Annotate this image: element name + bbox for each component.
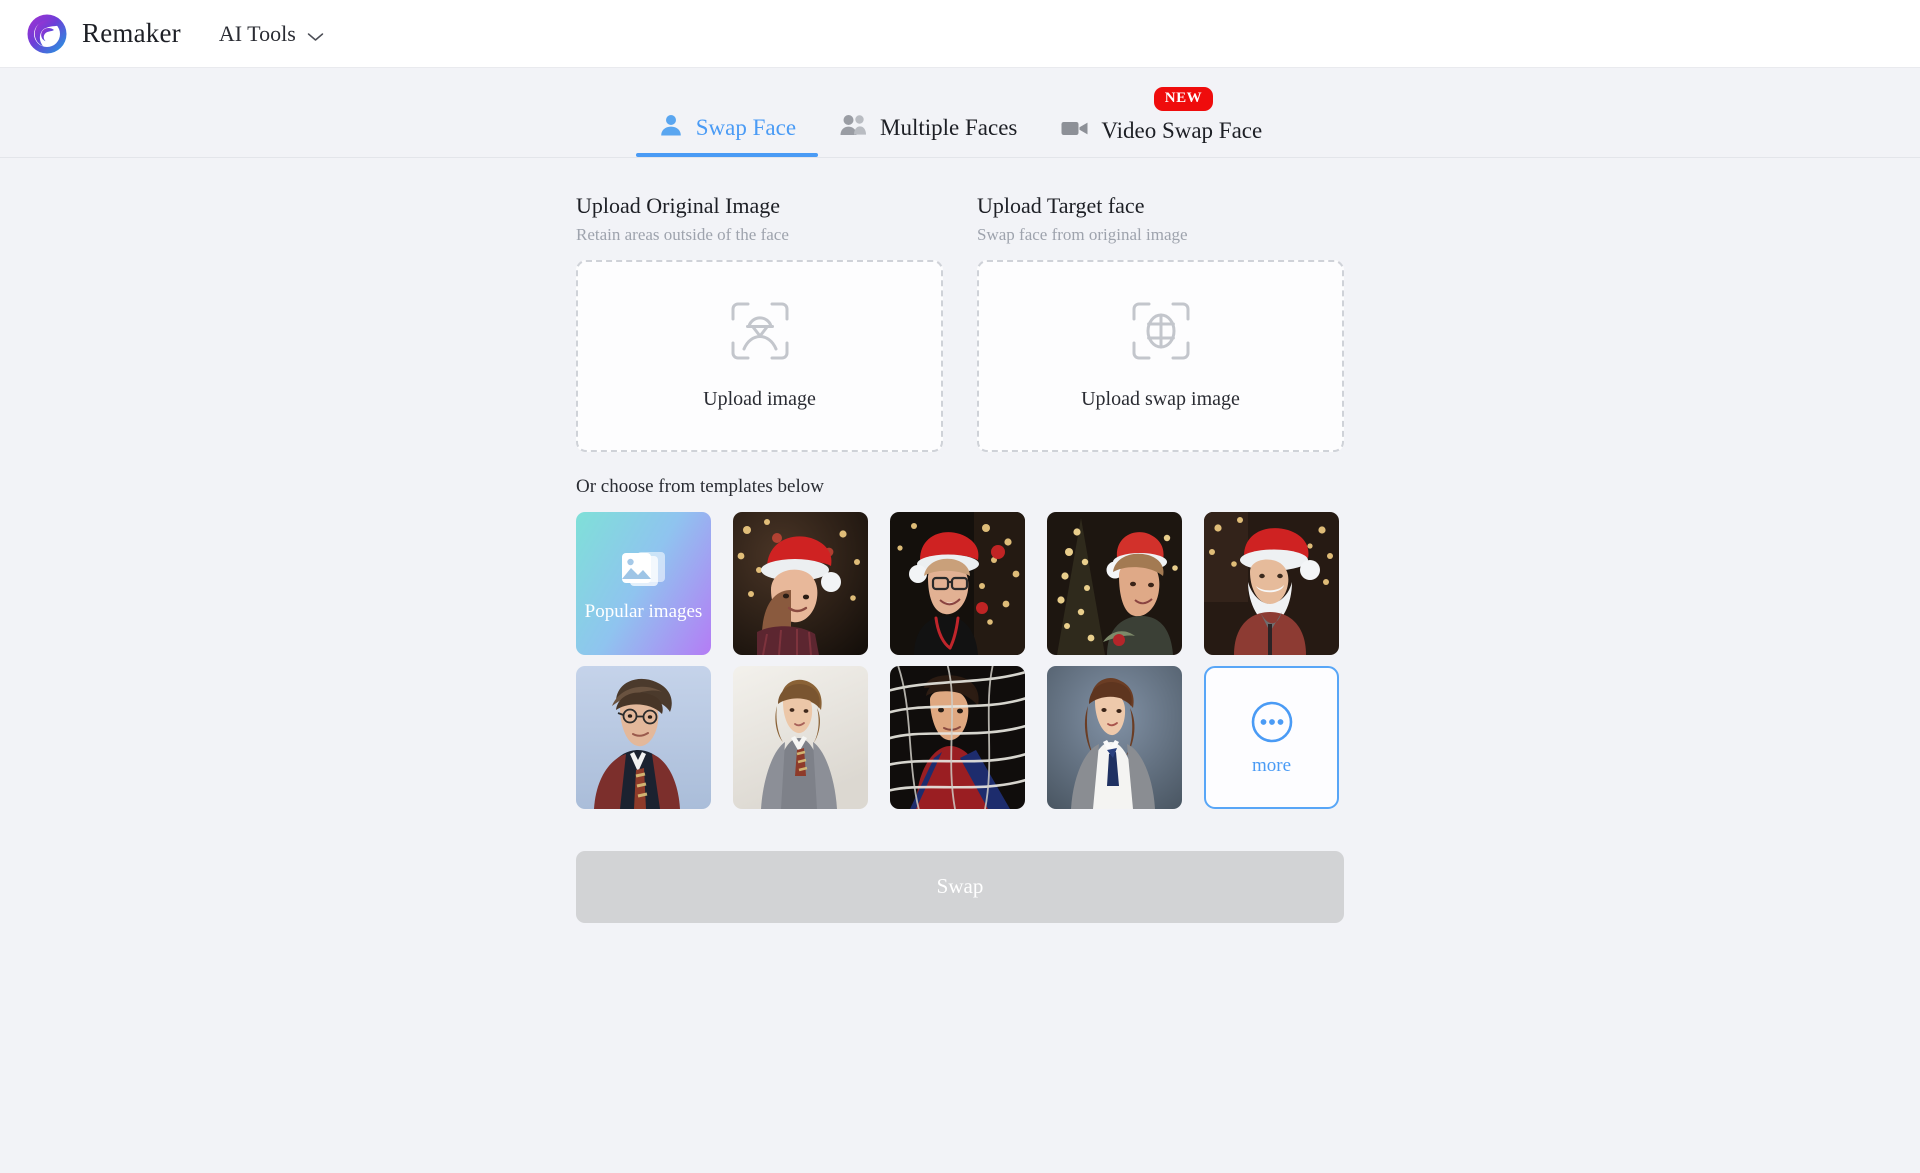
more-label: more xyxy=(1251,754,1292,776)
main-content: Upload Original Image Retain areas outsi… xyxy=(0,158,1920,923)
template-wizard-boy-portrait[interactable] xyxy=(576,665,711,809)
brand-name: Remaker xyxy=(82,18,181,48)
swap-button[interactable]: Swap xyxy=(576,850,1344,923)
template-christmas-girl-santa-hat[interactable] xyxy=(733,511,868,655)
tab-label: Multiple Faces xyxy=(880,115,1018,140)
upload-original-dropzone[interactable]: Upload image xyxy=(576,259,943,452)
ai-tools-menu[interactable]: AI Tools xyxy=(215,15,328,53)
video-camera-icon xyxy=(1061,118,1089,143)
brand-home-link[interactable]: Remaker xyxy=(26,13,181,55)
template-christmas-woman-glasses-santa-hat[interactable] xyxy=(890,511,1025,655)
template-more-button[interactable]: more xyxy=(1204,665,1339,809)
ai-tools-label: AI Tools xyxy=(218,20,296,46)
active-tab-underline xyxy=(635,153,819,157)
upload-original-column: Upload Original Image Retain areas outsi… xyxy=(576,192,943,452)
template-spider-hero-webs-portrait[interactable] xyxy=(890,665,1025,809)
upload-target-subtitle: Swap face from original image xyxy=(977,224,1188,244)
top-header-bar: Remaker AI Tools xyxy=(0,0,1920,68)
face-grid-frame-icon xyxy=(1130,300,1192,362)
mode-tabs: Swap Face Multiple Faces NEW Video Swap … xyxy=(635,87,1284,157)
tab-swap-face[interactable]: Swap Face xyxy=(635,112,819,157)
new-badge: NEW xyxy=(1153,87,1214,112)
stacked-photos-icon xyxy=(617,546,671,596)
upload-original-title: Upload Original Image xyxy=(576,193,781,218)
tab-label: Swap Face xyxy=(695,115,797,140)
templates-hint: Or choose from templates below xyxy=(576,475,824,497)
template-christmas-woman-tree-lights[interactable] xyxy=(1047,511,1182,655)
upload-original-subtitle: Retain areas outside of the face xyxy=(576,224,789,244)
upload-original-label: Upload image xyxy=(703,388,816,411)
template-grid: Popular images more xyxy=(576,511,1344,809)
upload-target-title: Upload Target face xyxy=(977,193,1145,218)
template-christmas-santa-man-beard[interactable] xyxy=(1204,511,1339,655)
popular-images-label: Popular images xyxy=(584,600,703,622)
chevron-down-icon xyxy=(307,29,324,41)
mode-tab-strip: Swap Face Multiple Faces NEW Video Swap … xyxy=(0,68,1920,158)
face-scan-frame-icon xyxy=(729,300,791,362)
tab-label: Video Swap Face xyxy=(1101,118,1263,143)
tab-multiple-faces[interactable]: Multiple Faces xyxy=(818,112,1039,157)
three-dots-circle-icon xyxy=(1250,700,1294,744)
upload-target-dropzone[interactable]: Upload swap image xyxy=(977,259,1344,452)
template-wizard-girl-portrait[interactable] xyxy=(733,665,868,809)
upload-target-column: Upload Target face Swap face from origin… xyxy=(977,192,1344,452)
remaker-swirl-logo-icon xyxy=(26,13,68,55)
template-popular-images[interactable]: Popular images xyxy=(576,511,711,655)
single-person-icon xyxy=(658,112,684,143)
swap-face-panel: Upload Original Image Retain areas outsi… xyxy=(576,192,1344,923)
multiple-people-icon xyxy=(840,112,868,143)
upload-target-label: Upload swap image xyxy=(1081,388,1240,411)
template-schoolgirl-uniform-portrait[interactable] xyxy=(1047,665,1182,809)
tab-video-swap-face[interactable]: NEW Video Swap Face xyxy=(1039,87,1284,157)
upload-row: Upload Original Image Retain areas outsi… xyxy=(576,192,1344,452)
